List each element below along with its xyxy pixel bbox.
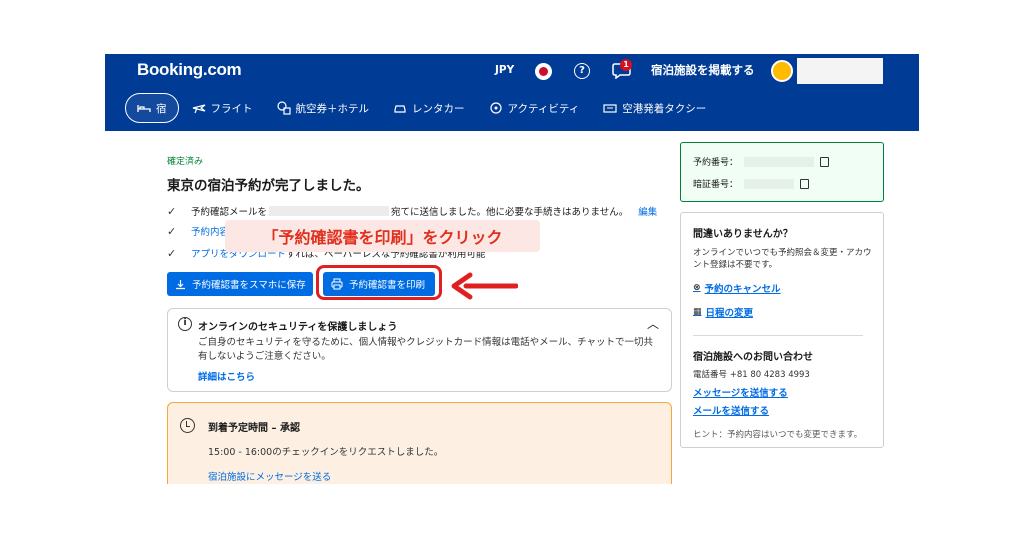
edit-email-link[interactable]: 編集 <box>638 204 657 218</box>
message-property-link[interactable]: 宿泊施設にメッセージを送る <box>208 469 331 483</box>
help-text: オンラインでいつでも予約照会＆変更・アカウント登録は不要です。 <box>693 248 872 270</box>
booking-confirmation-page: Booking.com JPY ? 1 宿泊施設を掲載する 宿 フライト 航空券… <box>105 54 919 484</box>
hint-text: ヒント：予約内容はいつでも変更できます。 <box>693 430 863 440</box>
calendar-icon: ▦ <box>693 307 702 317</box>
copy-icon[interactable] <box>820 156 830 167</box>
plane-hotel-icon <box>276 101 291 115</box>
account-name-redacted[interactable] <box>797 58 883 84</box>
booking-number-label: 予約番号： <box>693 158 739 168</box>
email-sent-suffix: 宛てに送信しました。他に必要な手続きはありません。 <box>391 207 629 218</box>
plane-icon <box>192 104 205 114</box>
clock-icon <box>180 418 195 433</box>
save-to-phone-button[interactable]: 予約確認書をスマホに保存 <box>167 272 313 296</box>
japan-flag-icon[interactable] <box>535 63 552 80</box>
change-link-label: 日程の変更 <box>705 308 754 319</box>
arrival-body: 15:00 - 16:00のチェックインをリクエストしました。 <box>208 447 444 458</box>
pin-label: 暗証番号： <box>693 180 739 190</box>
copy-icon[interactable] <box>800 178 810 189</box>
contact-title: 宿泊施設へのお問い合わせ <box>693 352 813 363</box>
change-dates-link[interactable]: ▦ 日程の変更 <box>693 305 753 319</box>
list-item: ✓ 予約確認メールを 宛てに送信しました。他に必要な手続きはありません。 編集 <box>167 204 657 219</box>
security-body: ご自身のセキュリティを守るために、個人情報やクレジットカード情報は電話やメール、… <box>198 337 654 362</box>
nav-item-stays[interactable]: 宿 <box>125 93 179 123</box>
checkmark-icon: ✓ <box>167 224 177 238</box>
list-item: ✓ 予約内容 <box>167 224 229 239</box>
send-email-link[interactable]: メールを送信する <box>693 403 769 417</box>
nav-label: フライト <box>210 102 253 115</box>
security-title: オンラインのセキュリティを保護しましょう <box>198 322 398 333</box>
nav-label: アクティビティ <box>507 102 580 115</box>
download-icon <box>176 279 185 289</box>
status-badge: 確定済み <box>167 157 204 167</box>
bed-icon <box>137 105 151 112</box>
info-icon: i <box>178 317 192 331</box>
pin-row: 暗証番号： <box>693 177 810 190</box>
property-phone: 電話番号 +81 80 4283 4993 <box>693 370 810 380</box>
divider <box>693 335 863 336</box>
taxi-icon <box>603 104 617 113</box>
chevron-up-icon[interactable]: ︿ <box>647 315 659 332</box>
print-confirmation-button[interactable]: 予約確認書を印刷 <box>323 272 435 296</box>
nav-item-car-rental[interactable]: レンタカー <box>382 93 476 123</box>
cancel-link-label: 予約のキャンセル <box>704 284 781 295</box>
page-title: 東京の宿泊予約が完了しました。 <box>167 178 370 194</box>
nav-label: レンタカー <box>412 102 465 115</box>
pointer-arrow-icon <box>451 272 518 300</box>
nav-item-attractions[interactable]: アクティビティ <box>478 93 591 123</box>
security-notice: i オンラインのセキュリティを保護しましょう ︿ ご自身のセキュリティを守るため… <box>167 308 672 392</box>
learn-more-link[interactable]: 詳細はこちら <box>198 369 255 383</box>
checkmark-icon: ✓ <box>167 246 177 260</box>
email-sent-prefix: 予約確認メールを <box>191 207 268 218</box>
arrival-title: 到着予定時間 – 承認 <box>208 423 300 434</box>
notification-badge: 1 <box>620 59 632 71</box>
nav-label: 宿 <box>156 102 167 115</box>
booking-number-card: 予約番号： 暗証番号： <box>680 142 884 202</box>
printer-icon <box>331 278 343 290</box>
booking-logo[interactable]: Booking.com <box>137 60 242 80</box>
email-redacted <box>269 206 390 216</box>
help-title: 間違いありませんか？ <box>693 229 793 240</box>
save-button-label: 予約確認書をスマホに保存 <box>192 280 306 291</box>
instruction-callout: 「予約確認書を印刷」をクリック <box>225 220 540 252</box>
nav-item-flights[interactable]: フライト <box>181 93 264 123</box>
nav-label: 航空券＋ホテル <box>295 102 370 115</box>
booking-number-row: 予約番号： <box>693 155 830 168</box>
currency-selector[interactable]: JPY <box>495 60 514 80</box>
cancel-icon: ⊗ <box>693 283 701 293</box>
avatar[interactable] <box>771 60 793 82</box>
nav-label: 空港発着タクシー <box>622 102 707 115</box>
nav-item-airport-taxi[interactable]: 空港発着タクシー <box>592 93 717 123</box>
pin-redacted <box>744 178 795 189</box>
send-message-link[interactable]: メッセージを送信する <box>693 385 788 399</box>
booking-details-link[interactable]: 予約内容 <box>191 224 229 238</box>
checkmark-icon: ✓ <box>167 204 177 218</box>
list-property-link[interactable]: 宿泊施設を掲載する <box>651 60 755 80</box>
print-button-label: 予約確認書を印刷 <box>349 280 426 291</box>
manage-booking-panel: 間違いありませんか？ オンラインでいつでも予約照会＆変更・アカウント登録は不要で… <box>680 212 884 448</box>
nav-item-flight-hotel[interactable]: 航空券＋ホテル <box>266 93 381 123</box>
car-icon <box>394 105 406 113</box>
booking-number-redacted <box>744 156 815 167</box>
cancel-booking-link[interactable]: ⊗ 予約のキャンセル <box>693 281 781 295</box>
attraction-icon <box>489 102 502 114</box>
help-icon[interactable]: ? <box>574 63 590 79</box>
top-header: Booking.com JPY ? 1 宿泊施設を掲載する 宿 フライト 航空券… <box>105 54 919 131</box>
main-nav: 宿 フライト 航空券＋ホテル レンタカー アクティビティ 空港発着タクシー <box>125 93 719 123</box>
arrival-time-card: 到着予定時間 – 承認 15:00 - 16:00のチェックインをリクエストしま… <box>167 402 672 484</box>
